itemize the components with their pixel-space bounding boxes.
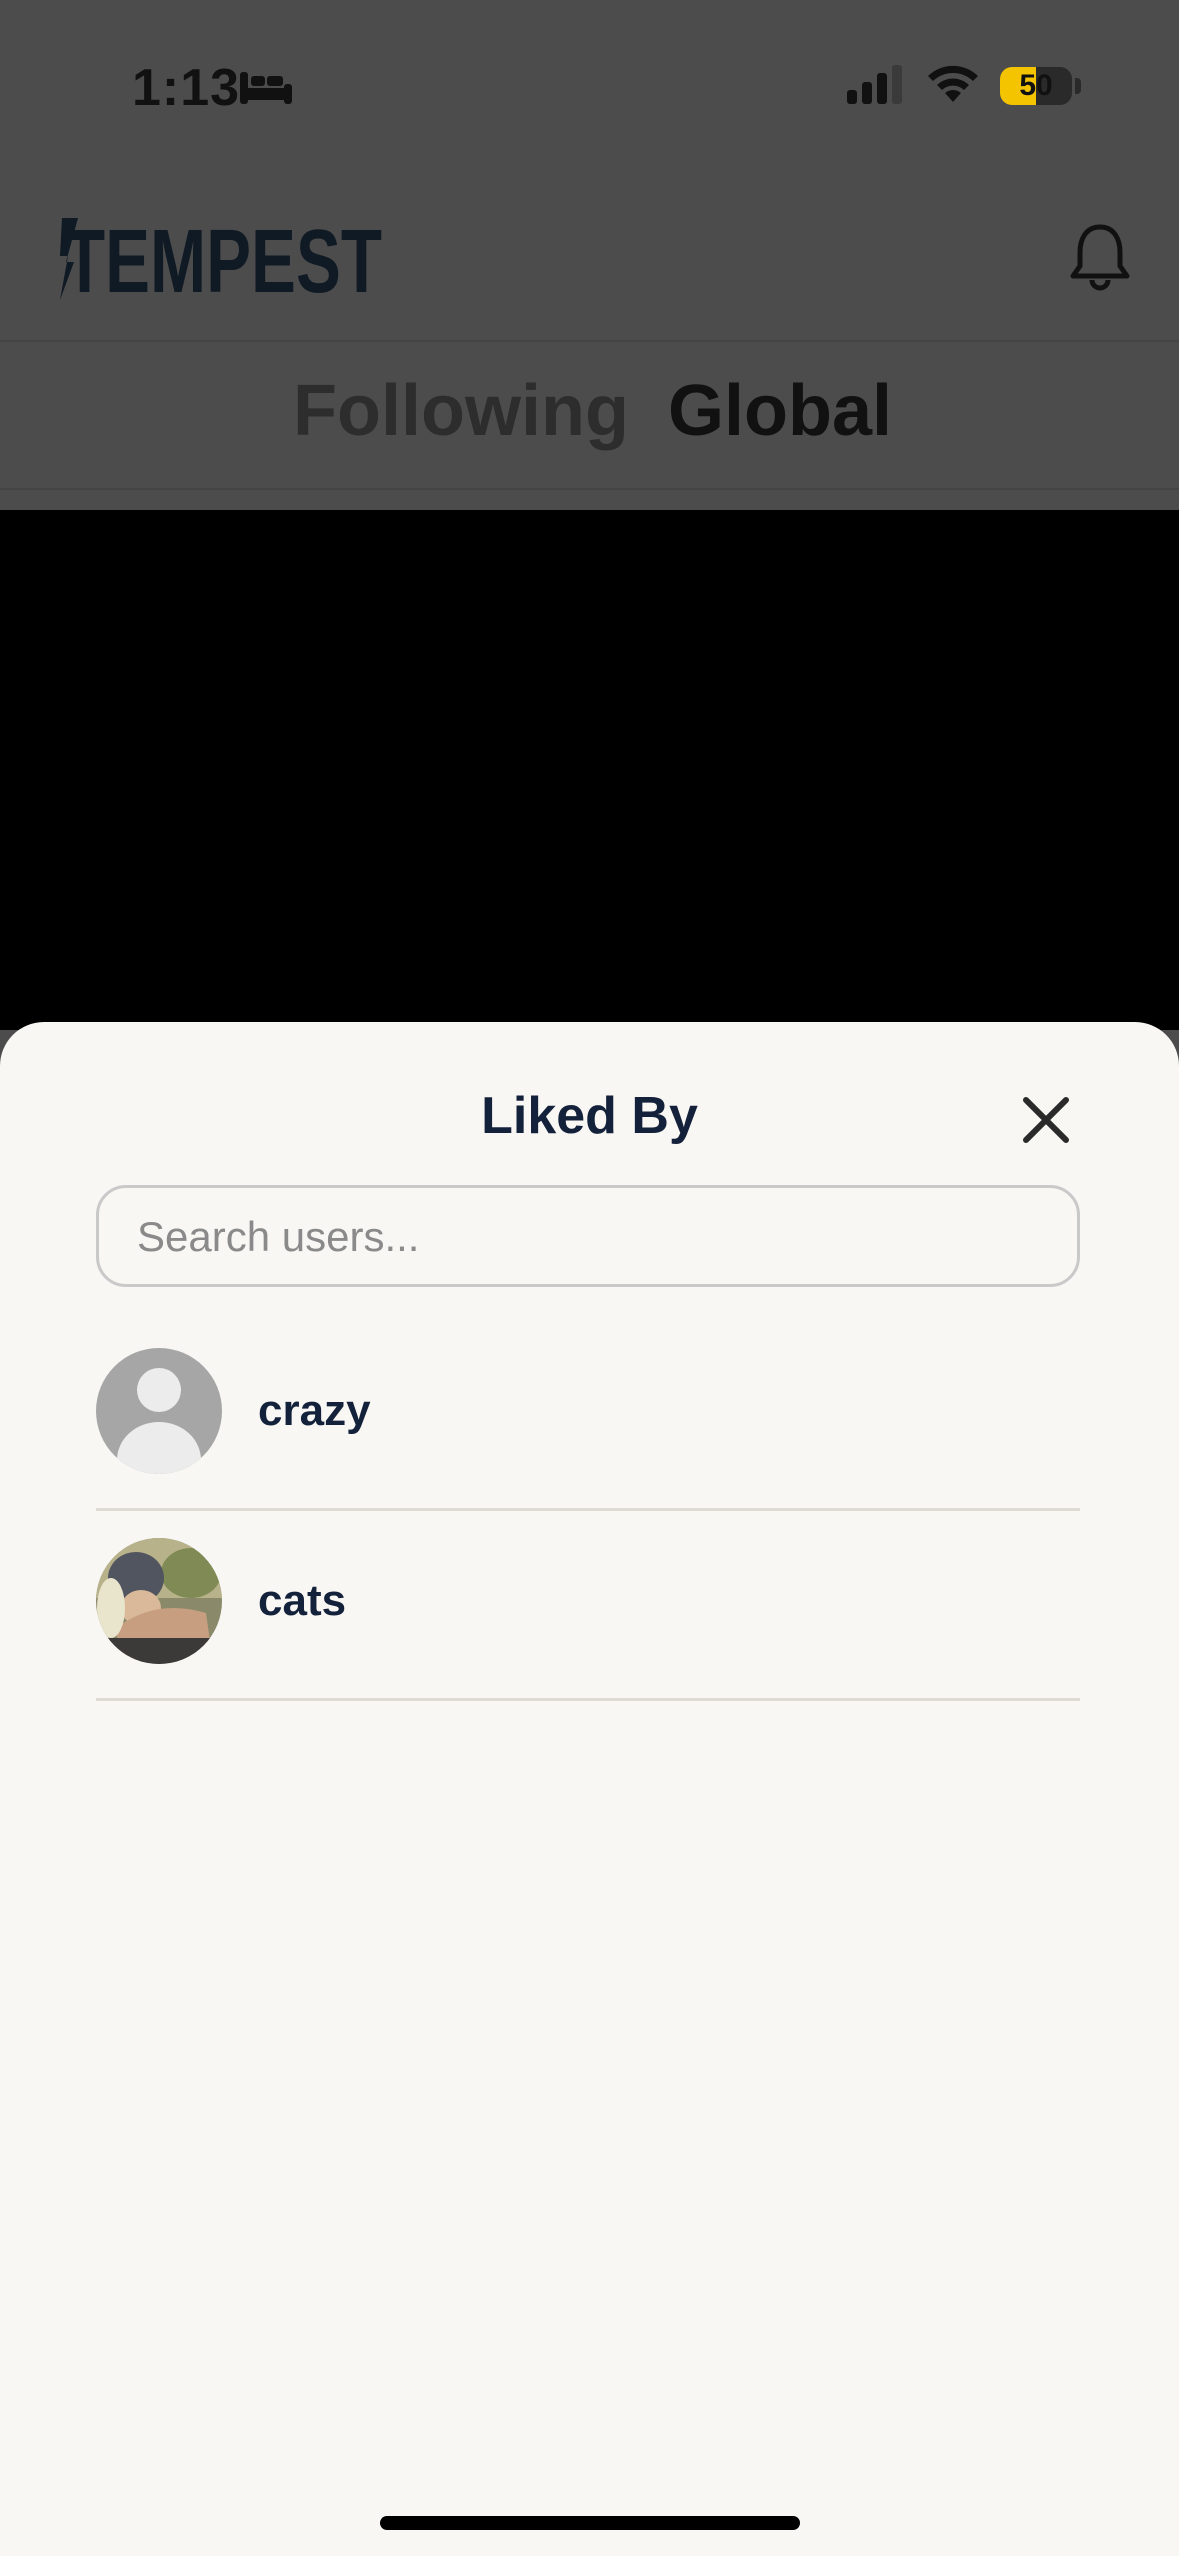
tab-following[interactable]: Following xyxy=(293,370,629,452)
bed-icon xyxy=(238,70,294,111)
status-bar: 1:13 50 xyxy=(0,0,1179,180)
battery-cap xyxy=(1075,78,1081,94)
username[interactable]: crazy xyxy=(258,1386,371,1436)
battery-level-text: 50 xyxy=(1019,69,1053,102)
search-input[interactable] xyxy=(135,1188,1039,1286)
cellular-signal-icon xyxy=(845,64,905,111)
home-indicator[interactable] xyxy=(380,2516,800,2530)
tab-global[interactable]: Global xyxy=(668,370,892,452)
user-row[interactable]: cats xyxy=(96,1508,1080,1701)
close-icon xyxy=(1023,1097,1069,1143)
battery-icon: 50 xyxy=(1000,67,1072,105)
photo-avatar[interactable] xyxy=(96,1538,222,1664)
logo-text: TEMPEST xyxy=(64,212,382,302)
bell-icon[interactable] xyxy=(1068,222,1132,297)
post-media-area[interactable] xyxy=(0,510,1179,1030)
default-avatar-icon[interactable] xyxy=(96,1348,222,1474)
wifi-icon xyxy=(925,62,981,111)
close-button[interactable] xyxy=(1016,1090,1076,1150)
tempest-logo[interactable]: TEMPEST xyxy=(58,212,388,312)
user-row[interactable]: crazy xyxy=(96,1318,1080,1511)
search-box xyxy=(96,1185,1080,1287)
status-time: 1:13 xyxy=(132,59,241,117)
sheet-title: Liked By xyxy=(481,1087,698,1145)
username[interactable]: cats xyxy=(258,1576,346,1626)
